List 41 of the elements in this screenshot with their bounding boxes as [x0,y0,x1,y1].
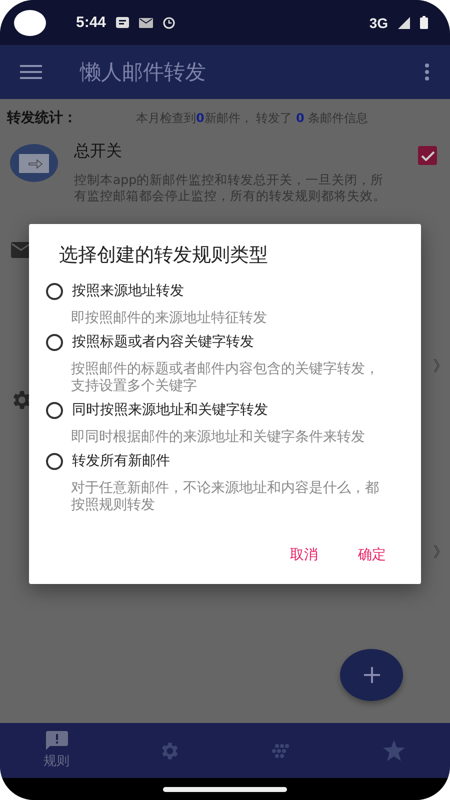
dialog-button[interactable]: 确定 [358,542,386,568]
network-label: 3G [369,14,388,30]
nav-tab[interactable]: 规则 [0,723,112,778]
chevron-text[interactable]: 》 [433,357,448,376]
option-description: 对于任意新邮件，不论来源地址和内容是什么，都按照规则转发 [71,480,380,514]
home-indicator[interactable] [163,786,287,792]
status-time: 5:44 [76,14,106,31]
option-label[interactable]: 同时按照来源地址和关键字转发 [72,401,268,419]
check-icon [420,150,434,160]
option-label[interactable]: 按照来源地址转发 [72,282,184,300]
mail-forward-icon [9,143,59,183]
dialog-button[interactable]: 取消 [290,542,318,568]
mail-icon [11,242,31,258]
notification-icon [116,17,130,28]
alert-message-icon [44,731,68,751]
dialog-title: 选择创建的转发规则类型 [59,243,269,268]
star-icon [382,740,405,761]
option-description: 即同时根据邮件的来源地址和关键字条件来转发 [71,429,366,446]
option-description: 即按照邮件的来源地址特征转发 [71,310,268,327]
stats-label: 转发统计： [7,109,78,127]
app-title: 懒人邮件转发 [80,59,206,86]
option-label[interactable]: 按照标题或者内容关键字转发 [72,333,254,351]
option-label[interactable]: 转发所有新邮件 [72,452,170,470]
add-button[interactable] [340,649,403,701]
plus-icon [362,666,380,684]
signal-icon [398,16,410,28]
camera-cutout [14,10,46,36]
master-switch-title: 总开关 [74,141,123,162]
chevron-text[interactable]: 》 [433,543,448,562]
dots-icon [271,742,292,758]
clock-icon [163,16,176,28]
master-switch-checkbox[interactable] [418,146,437,165]
menu-icon[interactable] [20,65,42,79]
radio-button[interactable] [46,334,63,350]
option-description: 按照邮件的标题或者邮件内容包含的关键字转发，支持设置多个关键字 [71,361,380,395]
radio-button[interactable] [46,452,63,470]
battery-icon [420,16,428,29]
mail-icon [139,18,154,28]
radio-button[interactable] [46,402,63,418]
more-icon[interactable] [424,63,430,81]
radio-button[interactable] [46,282,63,300]
